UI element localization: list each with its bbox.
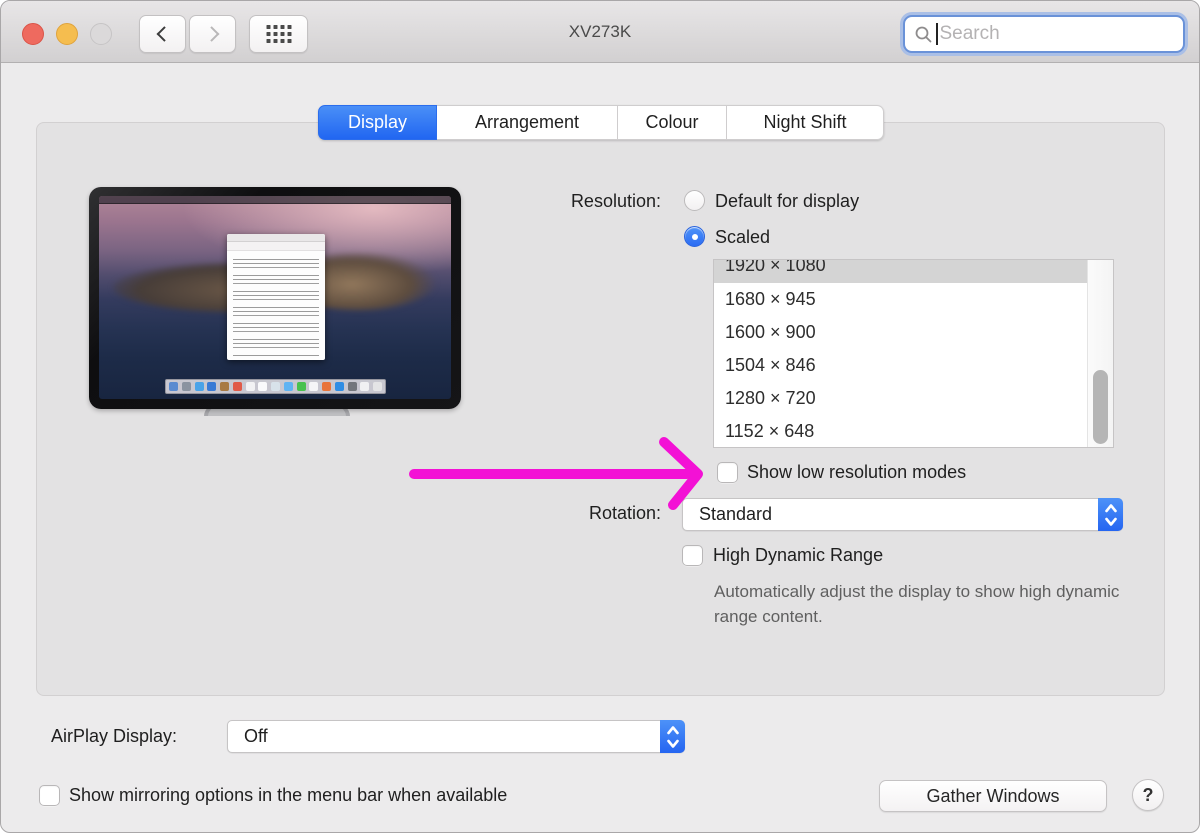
tab-arrangement[interactable]: Arrangement (437, 105, 618, 140)
tab-night-shift[interactable]: Night Shift (727, 105, 884, 140)
hdr-checkbox[interactable] (682, 545, 703, 566)
stepper-icon (1098, 498, 1123, 531)
radio-scaled[interactable] (684, 226, 705, 247)
rotation-select[interactable]: Standard (682, 498, 1123, 531)
chevron-right-icon (203, 26, 219, 42)
resolution-row[interactable]: 1152 × 648 (714, 415, 1113, 448)
airplay-value: Off (244, 726, 268, 746)
mini-document-text (233, 256, 319, 356)
show-all-preferences-button[interactable] (249, 15, 308, 53)
radio-default-label: Default for display (715, 191, 859, 212)
monitor-preview (89, 187, 461, 409)
resolution-row-selected[interactable]: 1920 × 1080 (714, 260, 1113, 283)
monitor-screen-wallpaper (99, 196, 451, 399)
show-low-resolution-label: Show low resolution modes (747, 462, 966, 483)
mini-document-toolbar (227, 242, 325, 251)
help-button[interactable]: ? (1132, 779, 1164, 811)
resolution-row[interactable]: 1504 × 846 (714, 349, 1113, 382)
mini-document-window (227, 234, 325, 360)
gather-windows-button[interactable]: Gather Windows (879, 780, 1107, 812)
minimize-button[interactable] (56, 23, 78, 45)
airplay-select[interactable]: Off (227, 720, 685, 753)
scrollbar-track[interactable] (1087, 260, 1113, 447)
mirroring-label: Show mirroring options in the menu bar w… (69, 785, 507, 806)
resolution-label: Resolution: (461, 191, 661, 212)
mini-document-titlebar (227, 234, 325, 242)
titlebar: XV273K Search (1, 1, 1199, 63)
mini-dock (165, 379, 386, 394)
stepper-icon (660, 720, 685, 753)
mirroring-checkbox[interactable] (39, 785, 60, 806)
search-icon (914, 25, 933, 44)
tab-bar: Display Arrangement Colour Night Shift (318, 105, 884, 140)
radio-default-for-display[interactable] (684, 190, 705, 211)
radio-scaled-label: Scaled (715, 227, 770, 248)
chevron-left-icon (156, 26, 172, 42)
rotation-value: Standard (699, 504, 772, 524)
tab-display[interactable]: Display (318, 105, 437, 140)
hdr-description: Automatically adjust the display to show… (714, 579, 1154, 629)
back-button[interactable] (139, 15, 186, 53)
airplay-label: AirPlay Display: (51, 726, 177, 747)
resolution-row[interactable]: 1600 × 900 (714, 316, 1113, 349)
resolution-row[interactable]: 1280 × 720 (714, 382, 1113, 415)
zoom-button-disabled (90, 23, 112, 45)
show-low-resolution-checkbox[interactable] (717, 462, 738, 483)
close-button[interactable] (22, 23, 44, 45)
text-caret (936, 23, 938, 45)
scrollbar-thumb[interactable] (1093, 370, 1108, 444)
forward-button (189, 15, 236, 53)
grid-icon (266, 25, 291, 43)
search-input[interactable]: Search (903, 15, 1185, 53)
resolution-list[interactable]: 1920 × 1080 1680 × 945 1600 × 900 1504 ×… (713, 259, 1114, 448)
resolution-row[interactable]: 1680 × 945 (714, 283, 1113, 316)
search-placeholder: Search (940, 23, 1000, 45)
rotation-label: Rotation: (461, 503, 661, 524)
display-preferences-window: XV273K Search Display Arrangement Colour… (0, 0, 1200, 833)
hdr-label: High Dynamic Range (713, 545, 883, 566)
tab-colour[interactable]: Colour (618, 105, 727, 140)
mini-menu-bar (99, 196, 451, 204)
